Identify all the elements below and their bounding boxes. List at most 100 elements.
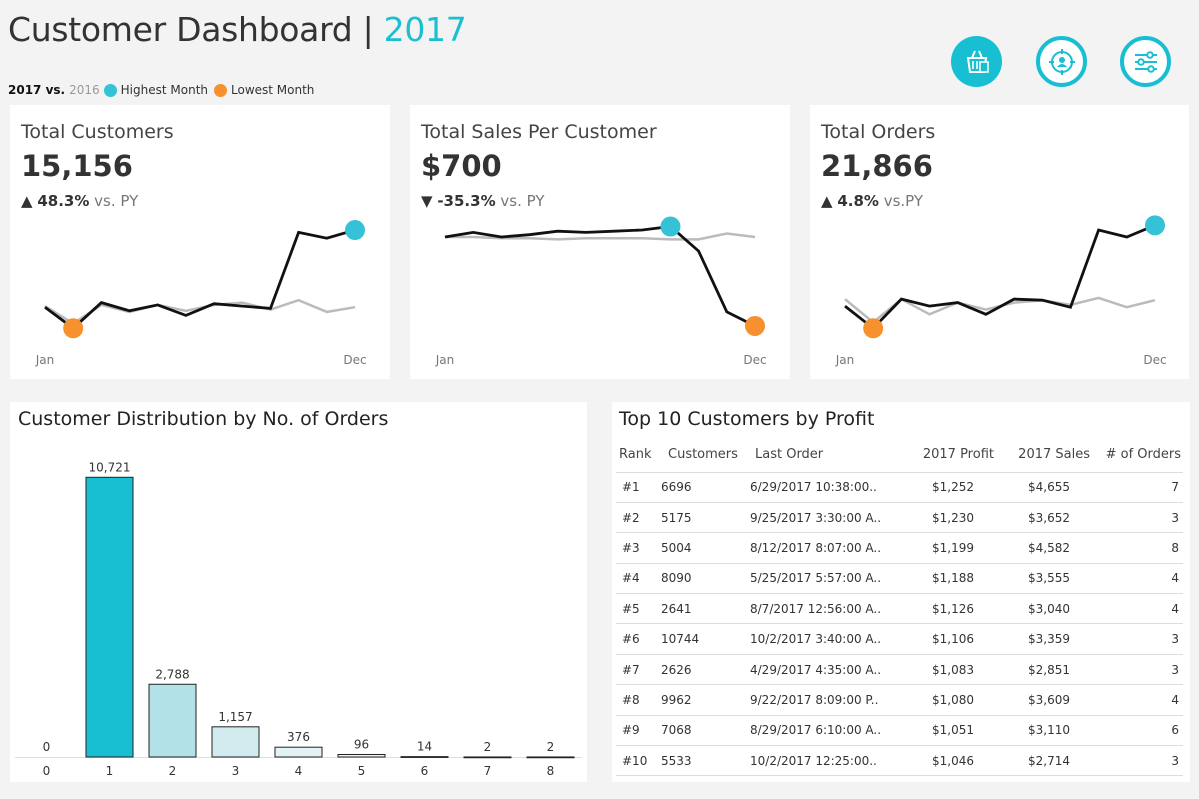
kpi-card-total-customers: Total Customers 15,156 ▲ 48.3% vs. PY Ja…: [10, 105, 390, 379]
table-row[interactable]: #1 6696 6/29/2017 10:38:00.. $1,252 $4,655 7: [616, 471, 1183, 503]
bar-8[interactable]: [526, 756, 575, 759]
table-row[interactable]: #5 2641 8/7/2017 12:56:00 A.. $1,126 $3,040 4: [616, 593, 1183, 624]
x-tick-label: 2: [169, 764, 177, 778]
current-year-line: [844, 224, 1156, 331]
customer-cell: 6696: [658, 471, 750, 503]
customer-cell: 5533: [658, 745, 750, 777]
distribution-card: Customer Distribution by No. of Orders 0…: [10, 402, 587, 782]
bar-4[interactable]: [274, 746, 323, 758]
table-row[interactable]: #3 5004 8/12/2017 8:07:00 A.. $1,199 $4,582 8: [616, 532, 1183, 564]
legend-highest-label: Highest Month: [120, 83, 209, 97]
highest-month-marker[interactable]: [345, 220, 365, 241]
column-header-last-order[interactable]: Last Order: [750, 438, 888, 472]
kpi-line-chart: Jan Dec: [435, 216, 767, 367]
column-header-customers[interactable]: Customers: [658, 438, 750, 472]
table-row[interactable]: #2 5175 9/25/2017 3:30:00 A.. $1,230 $3,652 3: [616, 501, 1183, 533]
x-tick-label: 8: [547, 764, 555, 778]
x-axis-start-label: Jan: [35, 353, 55, 367]
last-order-cell: 9/22/2017 8:09:00 P..: [750, 684, 888, 716]
last-order-cell: 10/2/2017 12:25:00..: [750, 745, 888, 777]
profit-cell: $1,080: [888, 684, 998, 716]
kpi-card-sales-per-customer: Total Sales Per Customer $700 ▼ -35.3% v…: [410, 105, 790, 379]
table-row[interactable]: #10 5533 10/2/2017 12:25:00.. $1,046 $2,714 3: [616, 745, 1183, 777]
table-row[interactable]: #6 10744 10/2/2017 3:40:00 A.. $1,106 $3,359…: [616, 623, 1183, 655]
sales-cell: $4,655: [998, 471, 1096, 503]
customer-cell: 9962: [658, 684, 750, 716]
bar-value-label: 10,721: [89, 460, 131, 474]
x-tick-label: 5: [358, 764, 366, 778]
column-header-sales[interactable]: 2017 Sales: [998, 438, 1096, 472]
last-order-cell: 10/2/2017 3:40:00 A..: [750, 623, 888, 655]
profit-cell: $1,046: [888, 745, 998, 777]
bar-7[interactable]: [463, 756, 512, 759]
rank-cell: #2: [616, 501, 658, 533]
kpi-line-chart: Jan Dec: [35, 220, 367, 367]
profit-cell: $1,106: [888, 623, 998, 655]
table-header-row: Rank Customers Last Order 2017 Profit 20…: [616, 438, 1183, 472]
customer-cell: 8090: [658, 562, 750, 594]
sales-cell: $3,609: [998, 684, 1096, 716]
lowest-month-marker[interactable]: [745, 315, 765, 336]
filter-sliders-button[interactable]: [1120, 36, 1171, 87]
customer-cell: 2626: [658, 653, 750, 685]
bar-value-label: 2,788: [155, 667, 189, 681]
x-axis-end-label: Dec: [343, 353, 366, 367]
top10-table: Rank Customers Last Order 2017 Profit 20…: [616, 438, 1183, 777]
x-tick-label: 7: [484, 764, 492, 778]
x-axis-start-label: Jan: [835, 353, 855, 367]
bar-1[interactable]: [85, 476, 134, 758]
rank-cell: #10: [616, 745, 658, 777]
bar-6[interactable]: [400, 756, 449, 758]
kpi-line-chart: Jan Dec: [835, 215, 1167, 367]
table-row[interactable]: #9 7068 8/29/2017 6:10:00 A.. $1,051 $3,110 6: [616, 714, 1183, 746]
current-year-line: [44, 228, 356, 331]
top10-title: Top 10 Customers by Profit: [619, 408, 875, 430]
customer-target-icon: [1048, 48, 1075, 75]
rank-cell: #8: [616, 684, 658, 716]
highest-month-marker[interactable]: [660, 216, 681, 237]
x-axis-start-label: Jan: [435, 353, 455, 367]
bar-value-label: 2: [547, 740, 555, 754]
page-title-text: Customer Dashboard |: [8, 10, 384, 49]
lowest-month-marker[interactable]: [863, 318, 884, 339]
bar-5[interactable]: [337, 753, 386, 758]
orders-cell: 3: [1096, 653, 1183, 685]
customer-cell: 2641: [658, 593, 750, 624]
bar-2[interactable]: [148, 683, 197, 758]
rank-cell: #5: [616, 593, 658, 624]
table-row[interactable]: #7 2626 4/29/2017 4:35:00 A.. $1,083 $2,851 3: [616, 653, 1183, 685]
bar-value-label: 2: [484, 740, 492, 754]
last-order-cell: 6/29/2017 10:38:00..: [750, 471, 888, 503]
sales-cell: $3,359: [998, 623, 1096, 655]
shopping-basket-icon: [966, 50, 989, 73]
highest-month-marker[interactable]: [1145, 215, 1165, 236]
column-header-rank[interactable]: Rank: [616, 438, 658, 472]
bar-3[interactable]: [211, 726, 260, 758]
sales-cell: $3,110: [998, 714, 1096, 746]
highest-month-dot-icon: [103, 83, 117, 97]
x-tick-label: 0: [43, 764, 51, 778]
profit-cell: $1,252: [888, 471, 998, 503]
legend: 2017 vs. 2016 Highest Month Lowest Month: [8, 83, 314, 97]
sales-cell: $3,652: [998, 501, 1096, 533]
table-row[interactable]: #8 9962 9/22/2017 8:09:00 P.. $1,080 $3,609 4: [616, 684, 1183, 716]
rank-cell: #4: [616, 562, 658, 594]
top10-card: Top 10 Customers by Profit Rank Customer…: [612, 402, 1190, 782]
lowest-month-marker[interactable]: [63, 318, 84, 339]
last-order-cell: 4/29/2017 4:35:00 A..: [750, 653, 888, 685]
customer-target-button[interactable]: [1036, 36, 1087, 87]
profit-cell: $1,083: [888, 653, 998, 685]
rank-cell: #9: [616, 714, 658, 746]
shopping-basket-button[interactable]: [951, 36, 1002, 87]
x-axis-end-label: Dec: [743, 353, 766, 367]
x-tick-label: 4: [295, 764, 303, 778]
column-header-orders[interactable]: # of Orders: [1096, 438, 1183, 472]
distribution-bar-chart: 0 0 10,721 1 2,788 2 1,157 3 376 4 96 5 14 6 2 7 2 8: [15, 460, 582, 778]
last-order-cell: 8/12/2017 8:07:00 A..: [750, 532, 888, 564]
rank-cell: #7: [616, 653, 658, 685]
table-row[interactable]: #4 8090 5/25/2017 5:57:00 A.. $1,188 $3,555 4: [616, 562, 1183, 594]
bar-value-label: 0: [43, 740, 51, 754]
last-order-cell: 9/25/2017 3:30:00 A..: [750, 501, 888, 533]
bar-value-label: 376: [287, 730, 310, 744]
column-header-profit[interactable]: 2017 Profit: [888, 438, 998, 472]
